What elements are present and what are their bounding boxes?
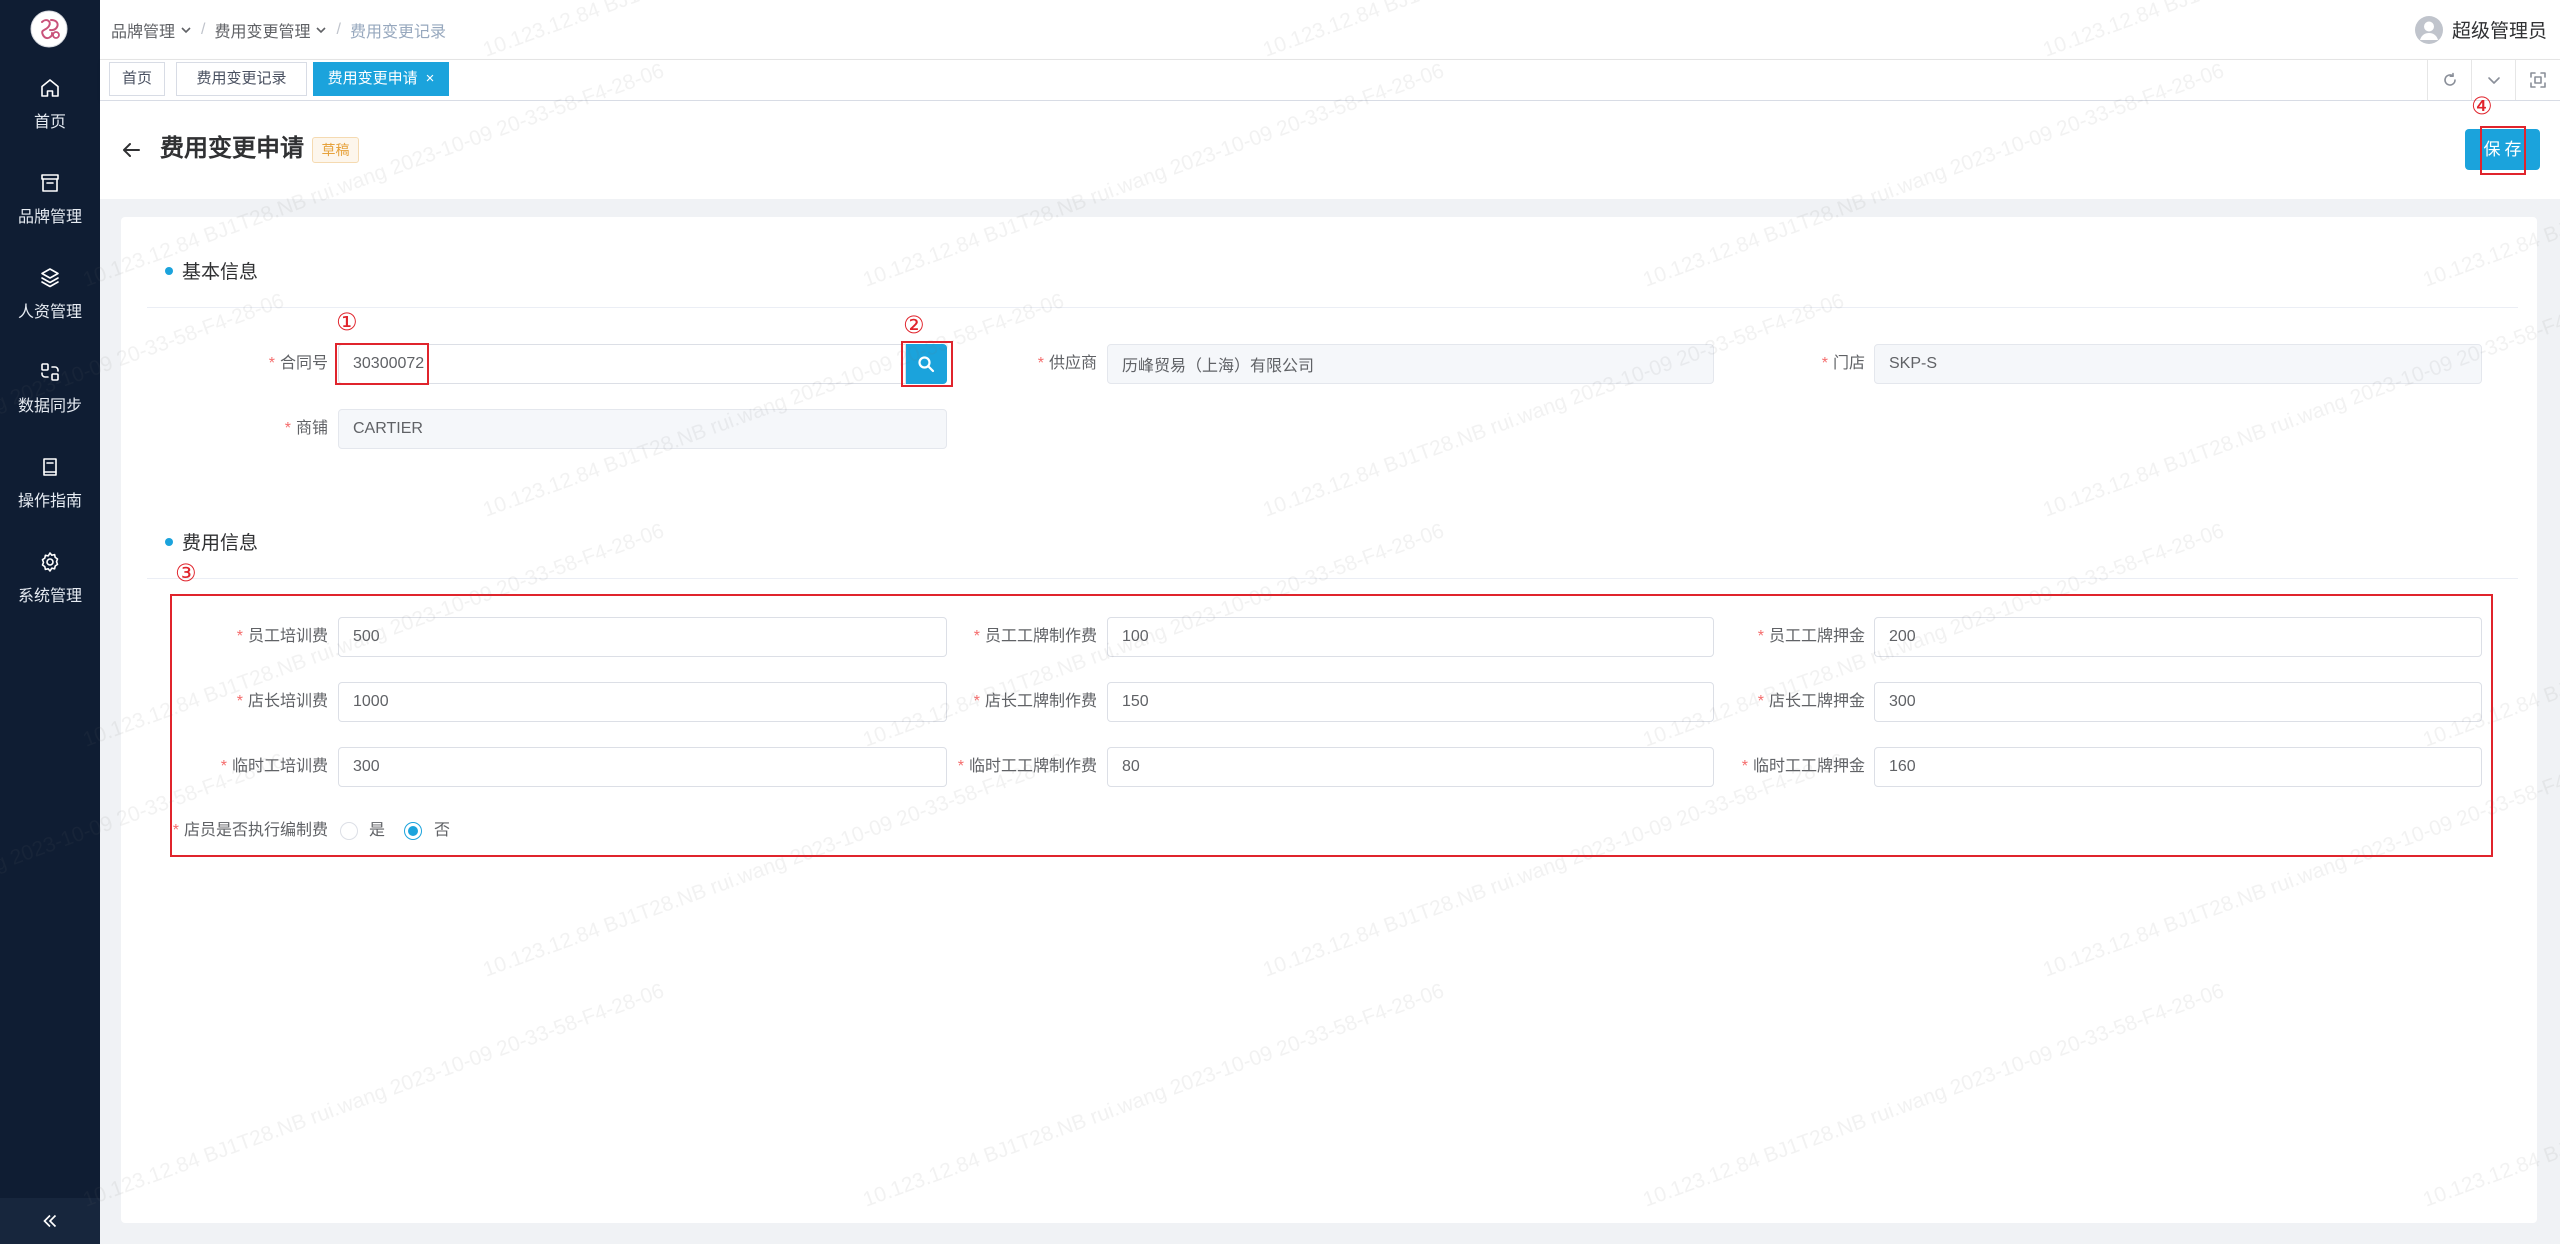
sidebar-item-label: 人资管理	[17, 304, 82, 321]
section-title-text: 费用信息	[182, 533, 259, 554]
tab-label: 首页	[121, 70, 152, 87]
user-name: 超级管理员	[2451, 21, 2547, 42]
arrow-left-icon[interactable]	[120, 139, 142, 161]
store-label-text: 门店	[1832, 355, 1865, 372]
store-label: * 门店	[1822, 344, 1865, 384]
required-mark: *	[284, 420, 291, 437]
sidebar-item-label: 操作指南	[17, 493, 82, 510]
section-title-basic: 基本信息	[165, 260, 258, 286]
supplier-label-text: 供应商	[1048, 355, 1097, 372]
fullscreen-button[interactable]	[2515, 60, 2560, 100]
breadcrumb-current: 费用变更记录	[349, 23, 446, 41]
sidebar: 首页 品牌管理 人资管理 数据同步 操作指南 系统管理	[0, 0, 100, 1244]
status-badge: 草稿	[312, 137, 359, 163]
breadcrumb-item[interactable]: 费用变更管理	[214, 18, 310, 42]
user-menu[interactable]: 超级管理员	[2414, 0, 2547, 59]
section-dot	[165, 266, 173, 275]
required-mark: *	[1821, 355, 1828, 372]
fullscreen-icon	[2530, 72, 2546, 88]
archive-icon	[38, 171, 62, 195]
breadcrumb-separator: /	[201, 20, 206, 38]
annotation-number: ②	[903, 312, 925, 339]
chevron-down-icon[interactable]	[180, 24, 192, 36]
refresh-button[interactable]	[2427, 60, 2472, 100]
tab-close-icon[interactable]: ×	[426, 70, 435, 87]
breadcrumb-separator: /	[336, 20, 341, 38]
supplier-label: * 供应商	[1038, 344, 1097, 384]
tab-fee-change-records[interactable]: 费用变更记录	[176, 62, 307, 96]
required-mark: *	[268, 355, 275, 372]
sidebar-item-label: 首页	[33, 114, 66, 131]
required-mark: *	[1037, 355, 1044, 372]
top-header: 品牌管理 / 费用变更管理 / 费用变更记录 超级管理员	[100, 0, 2560, 60]
home-icon	[38, 76, 62, 100]
skp-logo-icon[interactable]	[30, 10, 68, 48]
annotation-box-contract	[335, 343, 429, 385]
chevron-down-icon[interactable]	[315, 24, 327, 36]
breadcrumb-item[interactable]: 品牌管理	[111, 18, 175, 42]
annotation-number: ③	[175, 560, 197, 587]
sidebar-item-data-sync[interactable]: 数据同步	[0, 350, 100, 432]
section-title-fees: 费用信息	[165, 531, 258, 557]
tab-label: 费用变更申请	[327, 70, 418, 87]
sidebar-item-label: 系统管理	[17, 588, 82, 605]
tab-fee-change-request[interactable]: 费用变更申请 ×	[313, 62, 449, 96]
contract-label: * 合同号	[269, 344, 328, 384]
shop-label: * 商铺	[285, 409, 328, 449]
sidebar-collapse-button[interactable]	[0, 1198, 100, 1244]
data-sync-icon	[38, 360, 62, 384]
sidebar-item-label: 数据同步	[17, 398, 82, 415]
sidebar-item-label: 品牌管理	[17, 209, 82, 226]
tab-home[interactable]: 首页	[109, 62, 165, 96]
double-chevron-left-icon	[43, 1214, 57, 1228]
layers-icon	[38, 266, 62, 290]
shop-label-text: 商铺	[295, 420, 328, 437]
book-icon	[38, 455, 62, 479]
section-divider	[147, 307, 2518, 308]
contract-label-text: 合同号	[279, 355, 328, 372]
annotation-box-save	[2480, 126, 2526, 175]
sidebar-item-system-management[interactable]: 系统管理	[0, 540, 100, 622]
section-divider	[147, 578, 2518, 579]
sidebar-item-hr-management[interactable]: 人资管理	[0, 256, 100, 338]
annotation-box-fees	[170, 594, 2493, 857]
shop-field	[338, 409, 947, 449]
tab-label: 费用变更记录	[196, 70, 287, 87]
gear-icon	[38, 550, 62, 574]
annotation-number: ①	[336, 309, 358, 336]
section-dot	[165, 537, 173, 546]
page-title: 费用变更申请	[160, 135, 304, 162]
page-header: 费用变更申请 草稿 保存	[100, 101, 2560, 199]
breadcrumb: 品牌管理 / 费用变更管理 / 费用变更记录	[111, 0, 446, 59]
user-avatar-icon	[2414, 15, 2443, 44]
sidebar-item-home[interactable]: 首页	[0, 66, 100, 148]
chevron-down-icon	[2488, 77, 2500, 84]
supplier-field	[1107, 344, 1714, 384]
annotation-number: ④	[2471, 93, 2493, 120]
section-title-text: 基本信息	[182, 262, 259, 283]
sidebar-item-guide[interactable]: 操作指南	[0, 445, 100, 527]
annotation-box-search	[901, 341, 953, 387]
refresh-icon	[2444, 72, 2456, 86]
tabs-bar: 首页 费用变更记录 费用变更申请 ×	[100, 60, 2560, 101]
store-field	[1874, 344, 2482, 384]
sidebar-item-brand-management[interactable]: 品牌管理	[0, 161, 100, 243]
